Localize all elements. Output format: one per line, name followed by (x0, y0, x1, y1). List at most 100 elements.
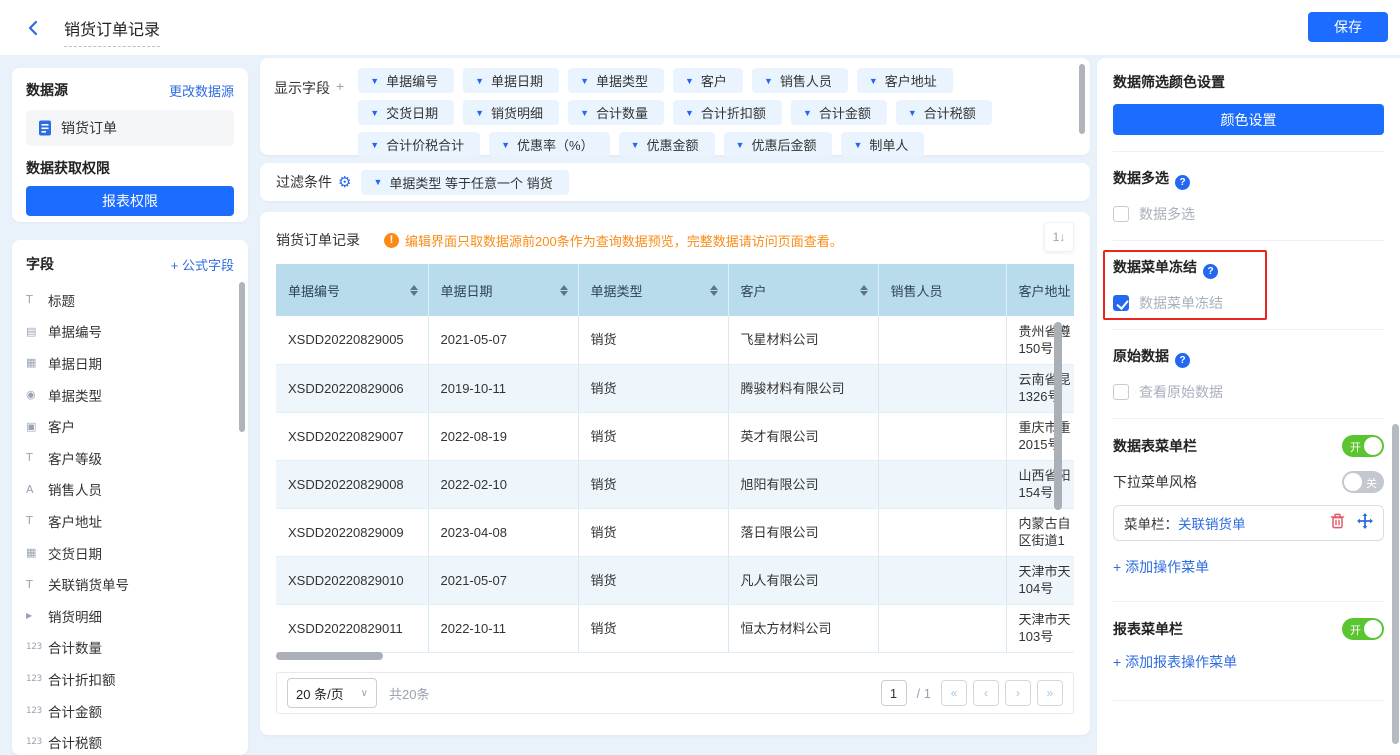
display-field-tag[interactable]: ▼单据日期 (463, 68, 559, 93)
display-field-tag[interactable]: ▼客户 (673, 68, 743, 93)
change-datasource-link[interactable]: 更改数据源 (169, 81, 234, 100)
display-field-tag[interactable]: ▼优惠金额 (619, 132, 715, 157)
add-action-menu-link[interactable]: + 添加操作菜单 (1113, 557, 1209, 577)
display-field-tag[interactable]: ▼优惠率（%） (489, 132, 609, 157)
filter-condition-tag[interactable]: ▼单据类型 等于任意一个 销货 (361, 170, 568, 195)
raw-data-checkbox[interactable] (1113, 384, 1129, 400)
field-label: 关联销货单号 (48, 574, 129, 594)
field-item-doc-no[interactable]: ▤单据编号 (26, 316, 234, 348)
sort-arrows-icon[interactable] (860, 285, 868, 296)
number-icon: 123 (26, 674, 48, 684)
next-page-button[interactable]: › (1005, 680, 1031, 706)
datasource-item[interactable]: 销货订单 (26, 110, 234, 146)
field-item-doc-date[interactable]: ▦单据日期 (26, 347, 234, 379)
page-input[interactable]: 1 (881, 680, 907, 706)
fields-title: 字段 (26, 254, 54, 274)
text-icon: T (26, 578, 48, 591)
divider (1113, 329, 1384, 330)
table-horizontal-scrollbar[interactable] (276, 652, 383, 660)
field-item-sales-detail[interactable]: ▶销货明细 (26, 600, 234, 632)
display-field-tag[interactable]: ▼销售人员 (752, 68, 848, 93)
display-fields-scrollbar[interactable] (1079, 64, 1085, 134)
divider (1113, 418, 1384, 419)
field-item-title[interactable]: T标题 (26, 284, 234, 316)
sort-arrows-icon[interactable] (710, 285, 718, 296)
add-formula-field-link[interactable]: + 公式字段 (171, 255, 234, 274)
sort-order-button[interactable]: 1↓ (1044, 222, 1074, 252)
help-icon[interactable]: ? (1203, 264, 1218, 279)
trash-icon[interactable] (1330, 513, 1345, 534)
table-row[interactable]: XSDD202208290112022-10-11销货恒太方材料公司天津市天 1… (276, 604, 1074, 652)
title-icon: T (26, 293, 48, 306)
field-item-total-tax[interactable]: 123合计税额 (26, 726, 234, 755)
first-page-button[interactable]: « (941, 680, 967, 706)
page-title: 销货订单记录 (64, 16, 160, 47)
menu-freeze-option[interactable]: 数据菜单冻结 (1113, 293, 1384, 313)
field-item-salesperson[interactable]: A销售人员 (26, 474, 234, 506)
menu-freeze-checkbox[interactable] (1113, 295, 1129, 311)
multi-select-option[interactable]: 数据多选 (1113, 204, 1384, 224)
sort-arrows-icon[interactable] (560, 285, 568, 296)
table-row[interactable]: XSDD202208290082022-02-10销货旭阳有限公司山西省阳 15… (276, 460, 1074, 508)
field-item-customer-address[interactable]: T客户地址 (26, 505, 234, 537)
cell (878, 556, 1006, 604)
table-menubar-toggle[interactable]: 开 (1342, 435, 1384, 457)
column-header-doc-no[interactable]: 单据编号 (276, 264, 428, 316)
cell: 英才有限公司 (728, 412, 878, 460)
column-header-doc-date[interactable]: 单据日期 (428, 264, 578, 316)
menubar-item[interactable]: 菜单栏： 关联销货单 (1113, 505, 1384, 541)
window-scrollbar[interactable] (1392, 424, 1399, 744)
display-field-tag[interactable]: ▼客户地址 (857, 68, 953, 93)
field-item-delivery-date[interactable]: ▦交货日期 (26, 537, 234, 569)
column-header-customer-address[interactable]: 客户地址 (1006, 264, 1074, 316)
fields-scrollbar[interactable] (239, 282, 245, 432)
field-item-total-discount[interactable]: 123合计折扣额 (26, 663, 234, 695)
prev-page-button[interactable]: ‹ (973, 680, 999, 706)
add-report-action-menu-link[interactable]: + 添加报表操作菜单 (1113, 652, 1237, 672)
help-icon[interactable]: ? (1175, 353, 1190, 368)
display-field-tag[interactable]: ▼销货明细 (463, 100, 559, 125)
multi-select-checkbox[interactable] (1113, 206, 1129, 222)
add-display-field-button[interactable]: + (336, 78, 344, 145)
move-icon[interactable] (1357, 513, 1373, 534)
display-field-tag[interactable]: ▼单据类型 (568, 68, 664, 93)
column-header-doc-type[interactable]: 单据类型 (578, 264, 728, 316)
help-icon[interactable]: ? (1175, 175, 1190, 190)
field-item-customer-level[interactable]: T客户等级 (26, 442, 234, 474)
report-menubar-toggle[interactable]: 开 (1342, 618, 1384, 640)
report-permission-button[interactable]: 报表权限 (26, 186, 234, 216)
column-header-salesperson[interactable]: 销售人员 (878, 264, 1006, 316)
color-settings-button[interactable]: 颜色设置 (1113, 104, 1384, 135)
display-field-tag[interactable]: ▼合计价税合计 (358, 132, 480, 157)
field-item-customer[interactable]: ▣客户 (26, 410, 234, 442)
display-field-tag[interactable]: ▼单据编号 (358, 68, 454, 93)
display-field-tag[interactable]: ▼合计金额 (791, 100, 887, 125)
field-item-linked-sales-no[interactable]: T关联销货单号 (26, 568, 234, 600)
calendar-icon: ▦ (26, 356, 48, 369)
display-field-tag[interactable]: ▼交货日期 (358, 100, 454, 125)
table-row[interactable]: XSDD202208290062019-10-11销货腾骏材料有限公司云南省昆 … (276, 364, 1074, 412)
display-field-tag[interactable]: ▼制单人 (841, 132, 924, 157)
table-row[interactable]: XSDD202208290052021-05-07销货飞星材料公司贵州省遵 15… (276, 316, 1074, 364)
table-vertical-scrollbar[interactable] (1054, 322, 1062, 510)
display-field-tag[interactable]: ▼合计数量 (568, 100, 664, 125)
dropdown-style-toggle[interactable]: 关 (1342, 471, 1384, 493)
back-icon[interactable] (26, 20, 42, 36)
display-field-tag[interactable]: ▼合计税额 (896, 100, 992, 125)
field-item-doc-type[interactable]: ◉单据类型 (26, 379, 234, 411)
field-item-total-qty[interactable]: 123合计数量 (26, 632, 234, 664)
sort-arrows-icon[interactable] (410, 285, 418, 296)
table-row[interactable]: XSDD202208290092023-04-08销货落日有限公司内蒙古自 区街… (276, 508, 1074, 556)
table-row[interactable]: XSDD202208290102021-05-07销货凡人有限公司天津市天 10… (276, 556, 1074, 604)
last-page-button[interactable]: » (1037, 680, 1063, 706)
table-row[interactable]: XSDD202208290072022-08-19销货英才有限公司重庆市重 20… (276, 412, 1074, 460)
menubar-item-value[interactable]: 关联销货单 (1178, 513, 1246, 533)
field-item-total-amount[interactable]: 123合计金额 (26, 695, 234, 727)
save-button[interactable]: 保存 (1308, 12, 1388, 42)
page-size-select[interactable]: 20 条/页 ∨ (287, 678, 377, 708)
display-field-tag[interactable]: ▼优惠后金额 (724, 132, 833, 157)
raw-data-option[interactable]: 查看原始数据 (1113, 382, 1384, 402)
gear-icon[interactable]: ⚙ (338, 173, 351, 191)
column-header-customer[interactable]: 客户 (728, 264, 878, 316)
display-field-tag[interactable]: ▼合计折扣额 (673, 100, 782, 125)
